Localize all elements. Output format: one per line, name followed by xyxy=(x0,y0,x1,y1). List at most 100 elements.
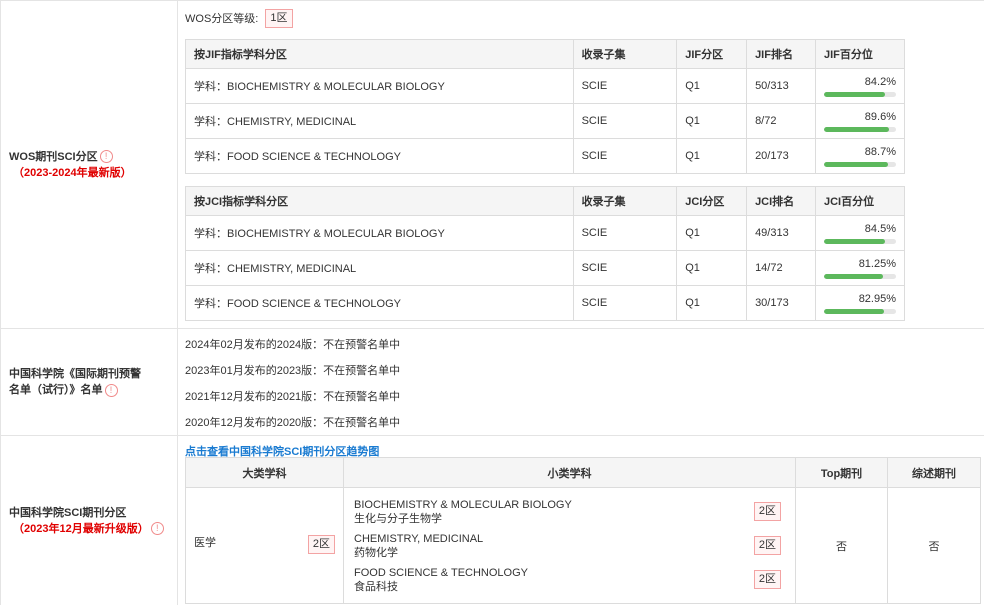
wos-label-version: （2023-2024年最新版） xyxy=(13,166,132,179)
cas-sub-item: FOOD SCIENCE & TECHNOLOGY 食品科技 2区 xyxy=(344,564,795,598)
jci-percentile-fill xyxy=(824,239,885,244)
jif-set: SCIE xyxy=(572,68,678,104)
cas-label-text: 中国科学院SCI期刊分区 xyxy=(9,506,127,519)
jif-percentile-bar xyxy=(824,92,896,97)
cas-sub-item: CHEMISTRY, MEDICINAL 药物化学 2区 xyxy=(344,530,795,564)
cas-section: 中国科学院SCI期刊分区 （2023年12月最新升级版）! 点击查看中国科学院S… xyxy=(0,436,984,605)
cas-major-zone-badge: 2区 xyxy=(307,535,335,554)
jci-header-set: 收录子集 xyxy=(572,186,678,216)
warning-label-line1: 中国科学院《国际期刊预警 xyxy=(9,368,141,380)
warning-item: 2024年02月发布的2024版：不在预警名单中 xyxy=(185,339,401,351)
warning-content: 2024年02月发布的2024版：不在预警名单中 2023年01月发布的2023… xyxy=(178,329,984,435)
jif-set: SCIE xyxy=(572,103,678,139)
jif-rank: 50/313 xyxy=(746,68,816,104)
jif-quartile: Q1 xyxy=(676,68,748,104)
cas-header-review: 综述期刊 xyxy=(887,457,981,488)
info-icon[interactable]: ! xyxy=(150,522,164,536)
info-icon[interactable]: ! xyxy=(99,150,113,164)
jci-subject: 学科：BIOCHEMISTRY & MOLECULAR BIOLOGY xyxy=(185,215,574,251)
jci-row: 学科：FOOD SCIENCE & TECHNOLOGY SCIE Q1 30/173… xyxy=(185,285,905,321)
jci-percentile-value: 82.95% xyxy=(858,293,896,305)
jci-percentile-fill xyxy=(824,309,884,314)
jif-row: 学科：CHEMISTRY, MEDICINAL SCIE Q1 8/72 89.6% xyxy=(185,103,905,139)
cas-major-name: 医学 xyxy=(194,537,216,549)
wos-level-label: WOS分区等级: xyxy=(185,13,259,26)
jif-quartile: Q1 xyxy=(676,103,748,139)
warning-label-line2: 名单（试行）》名单 xyxy=(9,384,103,396)
cas-top-cell: 否 xyxy=(795,487,888,604)
jif-header-set: 收录子集 xyxy=(572,39,678,69)
jci-header-quartile: JCI分区 xyxy=(676,186,748,216)
cas-sub-zh: 生化与分子生物学 xyxy=(354,512,442,525)
jci-set: SCIE xyxy=(572,250,678,286)
jci-rank: 30/173 xyxy=(746,285,816,321)
cas-sub-en: CHEMISTRY, MEDICINAL xyxy=(354,532,484,545)
jif-header-subject: 按JIF指标学科分区 xyxy=(185,39,574,69)
wos-level-badge: 1区 xyxy=(265,9,293,28)
jif-percentile-fill xyxy=(824,127,889,132)
jci-subject: 学科：FOOD SCIENCE & TECHNOLOGY xyxy=(185,285,574,321)
cas-label-version: （2023年12月最新升级版） xyxy=(13,522,149,535)
cas-row: 医学 2区 BIOCHEMISTRY & MOLECULAR BIOLOGY 生… xyxy=(185,487,981,604)
cas-sub-zone-badge: 2区 xyxy=(753,569,781,589)
cas-sub-zone-badge: 2区 xyxy=(753,535,781,555)
cas-content: 点击查看中国科学院SCI期刊分区趋势图 大类学科 小类学科 Top期刊 综述期刊… xyxy=(178,436,984,605)
jci-quartile: Q1 xyxy=(676,285,748,321)
jci-percentile-value: 81.25% xyxy=(858,258,896,270)
jci-table: 按JCI指标学科分区 收录子集 JCI分区 JCI排名 JCI百分位 学科：BI… xyxy=(185,186,905,321)
cas-sub-en: BIOCHEMISTRY & MOLECULAR BIOLOGY xyxy=(354,498,572,511)
jif-row: 学科：FOOD SCIENCE & TECHNOLOGY SCIE Q1 20/173… xyxy=(185,138,905,174)
jif-percentile-cell: 88.7% xyxy=(815,138,905,174)
warning-item: 2020年12月发布的2020版：不在预警名单中 xyxy=(185,417,401,429)
jif-header-percentile: JIF百分位 xyxy=(815,39,905,69)
cas-sub-zh: 食品科技 xyxy=(354,580,398,593)
cas-sub-item: BIOCHEMISTRY & MOLECULAR BIOLOGY 生化与分子生物… xyxy=(344,496,795,530)
warning-item: 2023年01月发布的2023版：不在预警名单中 xyxy=(185,365,401,377)
wos-section-label: WOS期刊SCI分区! （2023-2024年最新版） xyxy=(0,1,178,328)
warning-section-label: 中国科学院《国际期刊预警 名单（试行）》名单! xyxy=(0,329,178,435)
cas-section-label: 中国科学院SCI期刊分区 （2023年12月最新升级版）! xyxy=(0,436,178,605)
warning-section: 中国科学院《国际期刊预警 名单（试行）》名单! 2024年02月发布的2024版… xyxy=(0,329,984,436)
jif-table: 按JIF指标学科分区 收录子集 JIF分区 JIF排名 JIF百分位 学科：BI… xyxy=(185,39,905,174)
jif-header-quartile: JIF分区 xyxy=(676,39,748,69)
cas-header-minor: 小类学科 xyxy=(343,457,796,488)
jif-percentile-bar xyxy=(824,162,896,167)
cas-major-cell: 医学 2区 xyxy=(185,487,344,604)
jif-quartile: Q1 xyxy=(676,138,748,174)
jif-percentile-value: 84.2% xyxy=(864,76,896,88)
cas-review-cell: 否 xyxy=(887,487,981,604)
jif-percentile-value: 89.6% xyxy=(864,111,896,123)
cas-sub-en: FOOD SCIENCE & TECHNOLOGY xyxy=(354,566,528,579)
jci-quartile: Q1 xyxy=(676,250,748,286)
jif-percentile-fill xyxy=(824,92,885,97)
jif-row: 学科：BIOCHEMISTRY & MOLECULAR BIOLOGY SCIE Q… xyxy=(185,68,905,104)
jif-rank: 20/173 xyxy=(746,138,816,174)
jci-set: SCIE xyxy=(572,285,678,321)
jci-header-rank: JCI排名 xyxy=(746,186,816,216)
jci-percentile-bar xyxy=(824,239,896,244)
cas-header-top: Top期刊 xyxy=(795,457,888,488)
wos-section: WOS期刊SCI分区! （2023-2024年最新版） WOS分区等级: 1区 … xyxy=(0,0,984,329)
cas-header-row: 大类学科 小类学科 Top期刊 综述期刊 xyxy=(185,457,981,488)
jci-percentile-bar xyxy=(824,274,896,279)
info-icon[interactable]: ! xyxy=(104,383,118,397)
cas-header-major: 大类学科 xyxy=(185,457,344,488)
jif-set: SCIE xyxy=(572,138,678,174)
wos-level: WOS分区等级: 1区 xyxy=(185,9,293,28)
jci-set: SCIE xyxy=(572,215,678,251)
jif-percentile-cell: 89.6% xyxy=(815,103,905,139)
jci-percentile-bar xyxy=(824,309,896,314)
cas-sub-zone-badge: 2区 xyxy=(753,501,781,521)
jci-subject: 学科：CHEMISTRY, MEDICINAL xyxy=(185,250,574,286)
jif-subject: 学科：FOOD SCIENCE & TECHNOLOGY xyxy=(185,138,574,174)
jci-percentile-cell: 82.95% xyxy=(815,285,905,321)
warning-item: 2021年12月发布的2021版：不在预警名单中 xyxy=(185,391,401,403)
jci-row: 学科：CHEMISTRY, MEDICINAL SCIE Q1 14/72 81.25% xyxy=(185,250,905,286)
jci-header-subject: 按JCI指标学科分区 xyxy=(185,186,574,216)
jci-percentile-cell: 81.25% xyxy=(815,250,905,286)
jif-subject: 学科：CHEMISTRY, MEDICINAL xyxy=(185,103,574,139)
jif-percentile-value: 88.7% xyxy=(864,146,896,158)
cas-sub-zh: 药物化学 xyxy=(354,546,398,559)
jci-header-row: 按JCI指标学科分区 收录子集 JCI分区 JCI排名 JCI百分位 xyxy=(185,186,905,216)
jif-subject: 学科：BIOCHEMISTRY & MOLECULAR BIOLOGY xyxy=(185,68,574,104)
